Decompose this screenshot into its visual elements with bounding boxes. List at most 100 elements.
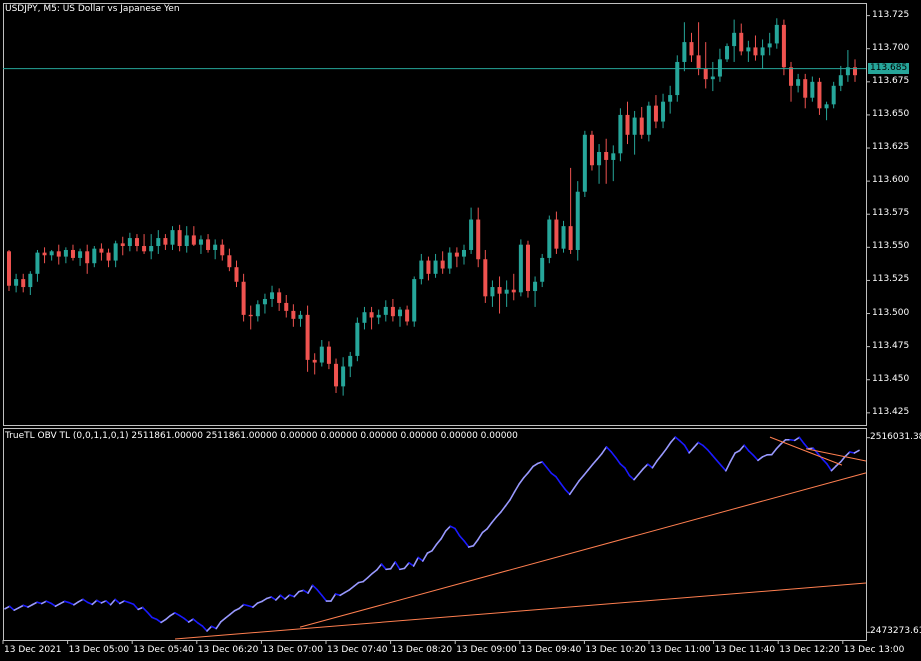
obv-segment: [454, 527, 461, 537]
candle-body: [142, 246, 147, 252]
obv-line-series[interactable]: [4, 436, 860, 632]
candle-body: [504, 289, 509, 294]
candle-body: [746, 47, 751, 52]
obv-segment: [651, 460, 658, 469]
current-price-tag: 113.685: [868, 62, 910, 74]
obv-segment: [628, 474, 635, 481]
candle-body: [369, 312, 374, 318]
obv-segment: [160, 618, 167, 624]
candle-body: [476, 219, 481, 260]
candle-body: [234, 267, 239, 282]
obv-segment: [293, 590, 300, 598]
candle-body: [92, 248, 97, 264]
candle-body: [767, 43, 772, 48]
obv-segment: [729, 452, 736, 463]
candle-body: [717, 59, 722, 77]
obv-segment: [624, 467, 631, 477]
obv-segment: [669, 436, 677, 444]
obv-segment: [330, 593, 337, 602]
obv-segment: [206, 625, 213, 632]
obv-segment: [201, 625, 208, 632]
time-tick-label: 13 Dec 10:20: [585, 645, 646, 655]
candle-body: [725, 46, 730, 60]
time-tick-label: 13 Dec 05:40: [133, 645, 194, 655]
candle-body: [824, 104, 829, 109]
obv-segment: [545, 466, 553, 475]
obv-segment: [403, 562, 410, 570]
candle-body: [248, 314, 253, 317]
main-chart-title: USDJPY, M5: US Dollar vs Japanese Yen: [5, 4, 180, 14]
obv-segment: [105, 600, 112, 606]
obv-segment: [376, 563, 383, 571]
obv-segment: [348, 585, 355, 591]
candle-body: [326, 346, 331, 364]
candle-body: [831, 85, 836, 105]
time-tick-label: 13 Dec 09:00: [456, 645, 517, 655]
obv-segment: [591, 458, 599, 466]
candle-body: [668, 95, 673, 102]
price-tick-label: 113.725: [872, 9, 910, 20]
obv-segment: [219, 617, 227, 623]
obv-segment: [674, 436, 681, 442]
indicator-panel-frame: [3, 428, 867, 641]
time-tick-label: 13 Dec 2021: [4, 645, 62, 655]
candle-body: [774, 24, 779, 44]
obv-segment: [82, 598, 89, 604]
candle-body: [497, 287, 502, 294]
candle-body: [120, 243, 125, 247]
candle-body: [21, 279, 26, 288]
candle-body: [703, 68, 708, 80]
time-tick-label: 13 Dec 05:00: [68, 645, 130, 655]
obv-segment: [311, 584, 319, 591]
obv-segment: [527, 465, 534, 474]
trendline: [769, 436, 843, 466]
obv-segment: [444, 525, 452, 532]
obv-segment: [573, 480, 580, 489]
candle-body: [405, 309, 410, 322]
time-tick-label: 13 Dec 12:20: [779, 645, 840, 655]
obv-segment: [490, 516, 498, 524]
price-tick-label: 113.625: [872, 142, 910, 153]
candle-body: [383, 306, 388, 315]
candle-body: [78, 251, 83, 258]
obv-segment: [688, 446, 695, 454]
candle-body: [170, 230, 175, 245]
candle-body: [575, 191, 580, 250]
obv-segment: [458, 534, 465, 542]
obv-segment: [394, 561, 401, 571]
candle-body: [419, 260, 424, 280]
price-tick-label: 113.600: [872, 175, 910, 186]
obv-segment: [229, 609, 236, 616]
obv-segment: [215, 621, 222, 630]
candle-body: [134, 238, 139, 247]
obv-segment: [642, 463, 649, 470]
candle-body: [341, 366, 346, 387]
obv-segment: [601, 446, 608, 455]
obv-segment: [679, 440, 686, 447]
price-panel-frame: [3, 3, 867, 426]
candle-body: [7, 251, 11, 286]
candle-body: [398, 309, 403, 317]
trendline: [174, 582, 867, 640]
obv-segment: [509, 490, 516, 501]
candle-body: [106, 252, 111, 261]
obv-segment: [380, 563, 387, 571]
candle-body: [796, 79, 801, 86]
obv-segment: [353, 581, 360, 588]
candle-body: [838, 75, 843, 86]
obv-segment: [412, 556, 420, 567]
obv-segment: [187, 618, 195, 623]
candlestick-series[interactable]: [7, 18, 857, 396]
candle-body: [298, 314, 303, 319]
obv-segment: [711, 454, 718, 462]
candle-body: [376, 314, 381, 318]
candle-body: [447, 252, 452, 269]
obv-segment: [748, 450, 755, 457]
candle-body: [547, 219, 552, 258]
candle-body: [810, 81, 815, 98]
candle-body: [284, 302, 289, 311]
obv-segment: [307, 584, 314, 594]
candle-body: [675, 61, 680, 96]
obv-segment: [646, 463, 654, 469]
candle-body: [781, 24, 786, 68]
